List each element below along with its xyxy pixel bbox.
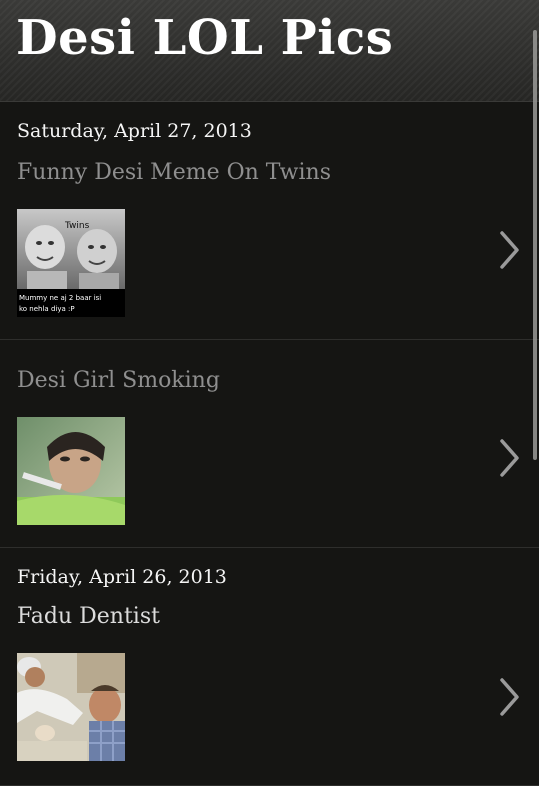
- blog-header: Desi LOL Pics: [0, 0, 539, 102]
- thumb-caption-top: Twins: [64, 221, 90, 231]
- chevron-right-icon[interactable]: [499, 438, 521, 478]
- post-item[interactable]: Friday, April 26, 2013 Fadu Dentist: [0, 548, 539, 786]
- post-title[interactable]: Fadu Dentist: [17, 604, 160, 629]
- chevron-right-icon[interactable]: [499, 677, 521, 717]
- scrollbar[interactable]: [533, 30, 537, 460]
- post-date: Friday, April 26, 2013: [17, 566, 227, 588]
- post-thumbnail[interactable]: [17, 653, 125, 761]
- post-list: Saturday, April 27, 2013 Funny Desi Meme…: [0, 102, 539, 786]
- blog-title[interactable]: Desi LOL Pics: [16, 10, 393, 68]
- dentist-image: [17, 653, 125, 761]
- girl-smoking-image: [17, 417, 125, 525]
- thumb-caption-line-1: Mummy ne aj 2 baar isi: [19, 294, 101, 302]
- post-item[interactable]: Desi Girl Smoking: [0, 340, 539, 548]
- post-date: Saturday, April 27, 2013: [17, 120, 252, 142]
- post-thumbnail[interactable]: [17, 417, 125, 525]
- post-title[interactable]: Desi Girl Smoking: [17, 368, 220, 393]
- post-item[interactable]: Saturday, April 27, 2013 Funny Desi Meme…: [0, 102, 539, 340]
- post-thumbnail[interactable]: Twins Mummy ne aj 2 baar isi ko nehla di…: [17, 209, 125, 317]
- twins-meme-image: Twins Mummy ne aj 2 baar isi ko nehla di…: [17, 209, 125, 317]
- post-title[interactable]: Funny Desi Meme On Twins: [17, 160, 331, 185]
- chevron-right-icon[interactable]: [499, 230, 521, 270]
- thumb-caption-line-2: ko nehla diya :P: [19, 305, 75, 313]
